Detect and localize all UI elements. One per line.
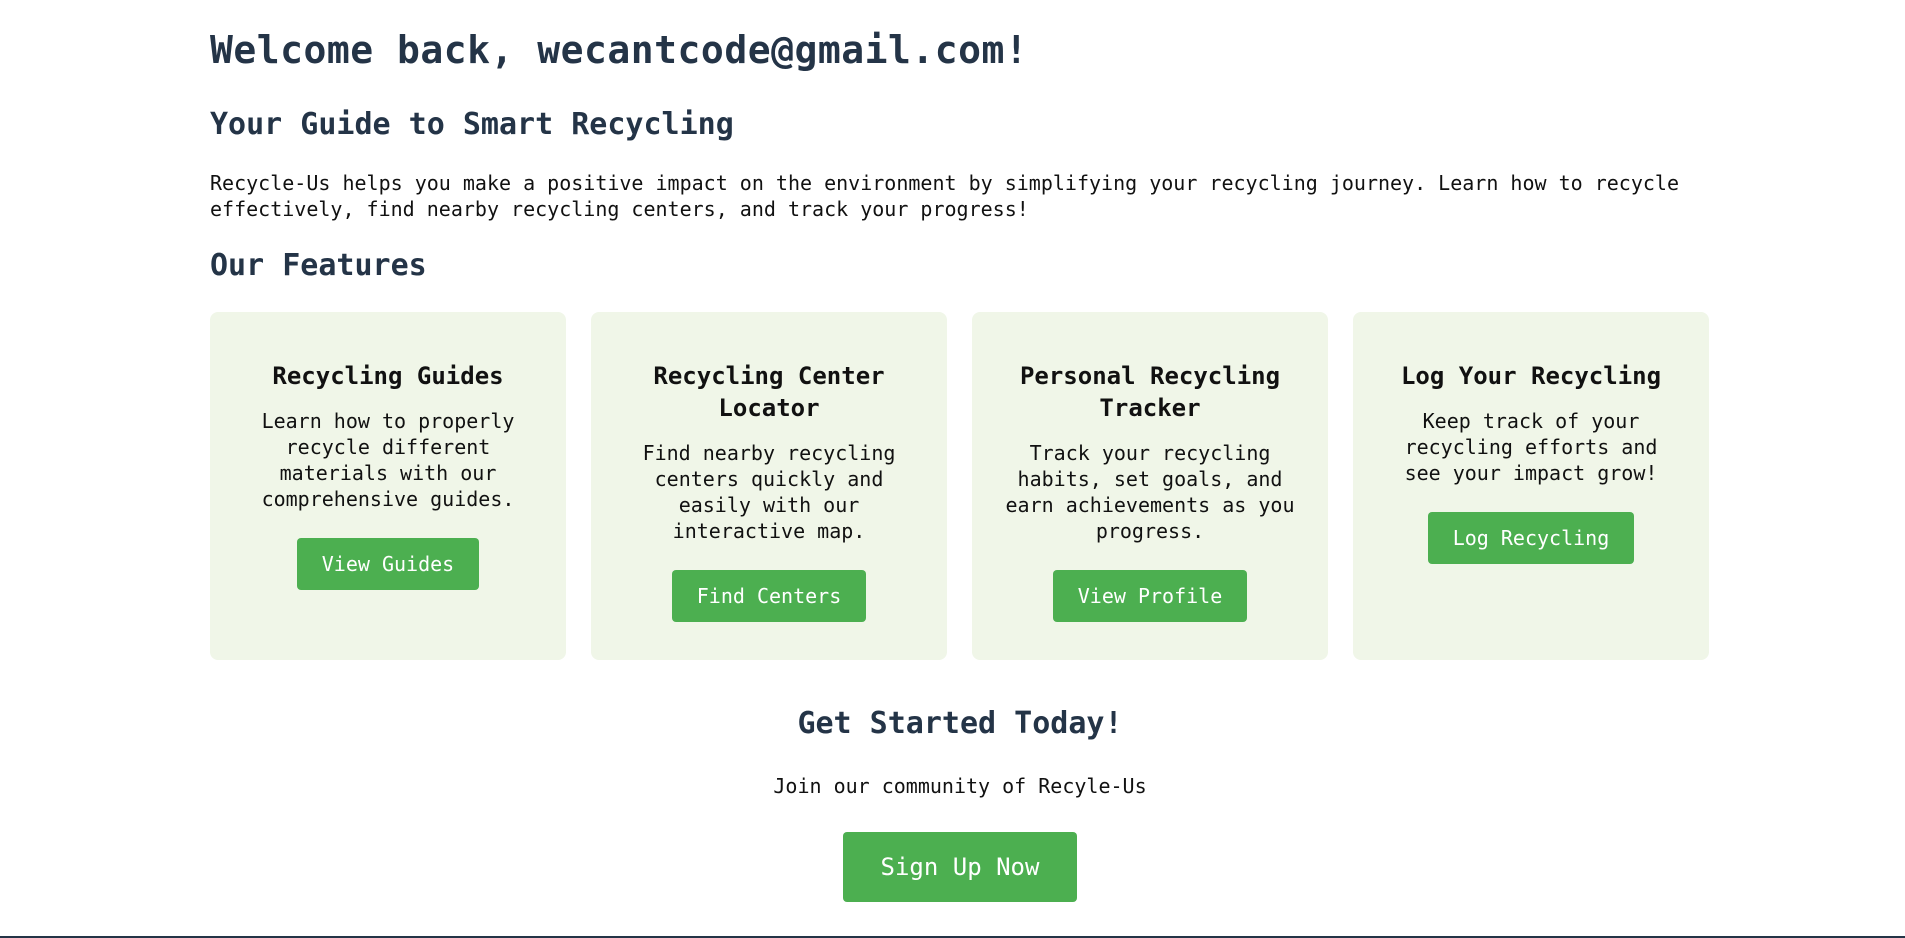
- feature-card-description: Learn how to properly recycle different …: [261, 409, 515, 511]
- feature-card-description: Find nearby recycling centers quickly an…: [642, 441, 896, 543]
- feature-card-locator: Recycling Center Locator Find nearby rec…: [591, 312, 947, 660]
- signup-wrapper: Sign Up Now: [210, 832, 1710, 902]
- feature-card-title: Log Your Recycling: [1400, 362, 1662, 390]
- feature-card-guides: Recycling Guides Learn how to properly r…: [210, 312, 566, 660]
- feature-card-log: Log Your Recycling Keep track of your re…: [1353, 312, 1709, 660]
- feature-card-description: Keep track of your recycling efforts and…: [1404, 409, 1658, 485]
- feature-card-title: Recycling Guides: [272, 362, 504, 390]
- feature-card-tracker: Personal Recycling Tracker Track your re…: [972, 312, 1328, 660]
- view-profile-button[interactable]: View Profile: [1052, 570, 1248, 622]
- features-grid: Recycling Guides Learn how to properly r…: [210, 312, 1710, 660]
- intro-description: Recycle-Us helps you make a positive imp…: [210, 171, 1680, 221]
- sign-up-button[interactable]: Sign Up Now: [842, 832, 1078, 902]
- guide-title: Your Guide to Smart Recycling: [210, 107, 734, 142]
- log-recycling-button[interactable]: Log Recycling: [1427, 512, 1635, 564]
- welcome-heading: Welcome back, wecantcode@gmail.com!: [210, 28, 1029, 72]
- feature-card-title: Personal Recycling Tracker: [1019, 362, 1281, 422]
- join-community-text: Join our community of Recyle-Us: [773, 774, 1147, 798]
- find-centers-button[interactable]: Find Centers: [671, 570, 867, 622]
- get-started-heading: Get Started Today!: [797, 706, 1123, 741]
- features-title: Our Features: [210, 248, 427, 283]
- feature-card-description: Track your recycling habits, set goals, …: [1005, 441, 1295, 543]
- view-guides-button[interactable]: View Guides: [296, 538, 480, 590]
- feature-card-title: Recycling Center Locator: [653, 362, 885, 422]
